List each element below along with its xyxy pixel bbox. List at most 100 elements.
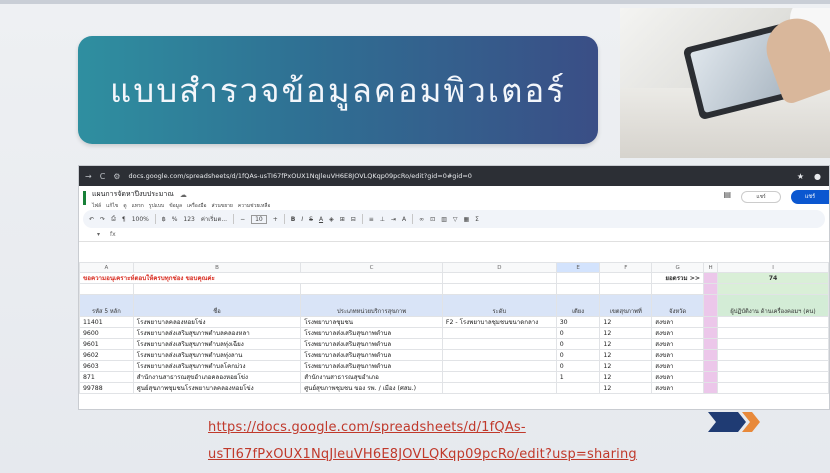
font-select[interactable]: ค่าเริ่มต... <box>201 214 227 224</box>
menu-extensions[interactable]: ส่วนขยาย <box>212 202 233 210</box>
row-type[interactable]: โรงพยาบาลส่งเสริมสุขภาพตำบล <box>300 338 443 350</box>
cell[interactable] <box>132 283 302 295</box>
cell[interactable] <box>703 382 719 394</box>
total-value[interactable]: 74 <box>717 272 829 284</box>
row-province[interactable]: สงขลา <box>651 316 705 328</box>
header-beds[interactable]: เตียง <box>555 294 601 317</box>
comment-icon[interactable]: ▤ <box>723 190 731 199</box>
cell[interactable] <box>703 338 719 350</box>
row-beds[interactable] <box>555 382 601 394</box>
row-region[interactable]: 12 <box>599 316 653 328</box>
row-staff[interactable] <box>717 349 829 361</box>
column-header-b[interactable]: B <box>132 262 302 273</box>
row-beds[interactable]: 0 <box>555 327 601 339</box>
row-staff[interactable] <box>717 371 829 383</box>
row-code[interactable]: 9603 <box>79 360 134 372</box>
valign-icon[interactable]: ⊥ <box>380 216 385 223</box>
bold-icon[interactable]: B <box>291 216 296 223</box>
header-name[interactable]: ชื่อ <box>132 294 302 317</box>
fill-color-icon[interactable]: ◈ <box>329 216 334 223</box>
cell[interactable] <box>79 283 134 295</box>
menu-help[interactable]: ความช่วยเหลือ <box>238 202 270 210</box>
row-type[interactable]: สำนักงานสาธารณสุขอำเภอ <box>300 371 443 383</box>
name-box[interactable]: ▾ <box>97 231 100 238</box>
header-level[interactable]: ระดับ <box>441 294 557 317</box>
column-header-c[interactable]: C <box>300 262 443 273</box>
row-level[interactable] <box>441 338 557 350</box>
functions-icon[interactable]: Σ <box>475 216 479 223</box>
row-type[interactable]: โรงพยาบาลชุมชน <box>300 316 443 328</box>
row-name[interactable]: โรงพยาบาลส่งเสริมสุขภาพตำบลทุ่งเฉียง <box>132 338 302 350</box>
bookmark-star-icon[interactable]: ★ <box>797 172 804 181</box>
cell[interactable] <box>599 283 653 295</box>
wrap-icon[interactable]: ⇥ <box>391 216 396 223</box>
notice-text[interactable]: ขอความอนุเคราะห์ตอบให้ครบทุกช่อง ขอบคุณค… <box>79 272 443 284</box>
cell[interactable] <box>555 272 601 284</box>
cell[interactable] <box>599 272 653 284</box>
rotate-icon[interactable]: A <box>402 216 406 223</box>
header-region[interactable]: เขตสุขภาพที่ <box>599 294 653 317</box>
menu-edit[interactable]: แก้ไข <box>106 202 118 210</box>
chart-icon[interactable]: ▥ <box>441 216 447 223</box>
row-level[interactable] <box>441 371 557 383</box>
menu-file[interactable]: ไฟล์ <box>92 202 101 210</box>
row-type[interactable]: โรงพยาบาลส่งเสริมสุขภาพตำบล <box>300 327 443 339</box>
menu-format[interactable]: รูปแบบ <box>149 202 164 210</box>
refresh-icon[interactable]: C <box>100 172 106 181</box>
header-province[interactable]: จังหวัด <box>651 294 705 317</box>
cell[interactable] <box>441 272 557 284</box>
row-beds[interactable]: 30 <box>555 316 601 328</box>
cell[interactable] <box>300 283 443 295</box>
text-color-icon[interactable]: A <box>319 216 323 223</box>
merge-icon[interactable]: ⊟ <box>351 216 356 223</box>
italic-icon[interactable]: I <box>301 216 303 223</box>
row-code[interactable]: 9601 <box>79 338 134 350</box>
menu-tools[interactable]: เครื่องมือ <box>187 202 206 210</box>
menu-data[interactable]: ข้อมูล <box>169 202 182 210</box>
format-number-button[interactable]: 123 <box>183 216 194 223</box>
header-staff[interactable]: ผู้ปฏิบัติงาน ด้านเครื่องคอมฯ (คน) <box>717 294 829 317</box>
percent-button[interactable]: % <box>172 216 178 223</box>
row-code[interactable]: 9600 <box>79 327 134 339</box>
cell[interactable] <box>703 360 719 372</box>
borders-icon[interactable]: ⊞ <box>340 216 345 223</box>
align-icon[interactable]: ≡ <box>369 216 374 223</box>
account-button[interactable]: แชร์ <box>741 191 781 203</box>
row-beds[interactable]: 0 <box>555 349 601 361</box>
zoom-select[interactable]: 100% <box>132 216 149 223</box>
row-region[interactable]: 12 <box>599 338 653 350</box>
row-level[interactable] <box>441 327 557 339</box>
row-staff[interactable] <box>717 338 829 350</box>
row-region[interactable]: 12 <box>599 327 653 339</box>
column-header-d[interactable]: D <box>441 262 557 273</box>
row-name[interactable]: โรงพยาบาลคลองหอยโข่ง <box>132 316 302 328</box>
column-header-i[interactable]: I <box>717 262 829 273</box>
row-province[interactable]: สงขลา <box>651 349 705 361</box>
cell[interactable] <box>703 371 719 383</box>
row-province[interactable]: สงขลา <box>651 338 705 350</box>
url-text[interactable]: docs.google.com/spreadsheets/d/1fQAs-usT… <box>128 172 471 180</box>
header-code[interactable]: รหัส 5 หลัก <box>79 294 134 317</box>
row-type[interactable]: โรงพยาบาลส่งเสริมสุขภาพตำบล <box>300 349 443 361</box>
row-name[interactable]: โรงพยาบาลส่งเสริมสุขภาพตำบลคลองหลา <box>132 327 302 339</box>
row-level[interactable] <box>441 349 557 361</box>
column-header-f[interactable]: F <box>599 262 653 273</box>
row-staff[interactable] <box>717 382 829 394</box>
row-name[interactable]: ศูนย์สุขภาพชุมชนโรงพยาบาลคลองหอยโข่ง <box>132 382 302 394</box>
row-name[interactable]: โรงพยาบาลส่งเสริมสุขภาพตำบลโคกม่วง <box>132 360 302 372</box>
row-province[interactable]: สงขลา <box>651 382 705 394</box>
row-name[interactable]: โรงพยาบาลส่งเสริมสุขภาพตำบลทุ่งลาน <box>132 349 302 361</box>
row-code[interactable]: 11401 <box>79 316 134 328</box>
row-code[interactable]: 99788 <box>79 382 134 394</box>
header-type[interactable]: ประเภทหน่วยบริการสุขภาพ <box>300 294 443 317</box>
column-header-g[interactable]: G <box>651 262 705 273</box>
paint-format-icon[interactable]: ¶ <box>122 216 126 223</box>
row-region[interactable]: 12 <box>599 360 653 372</box>
address-bar[interactable]: → C ⚙ docs.google.com/spreadsheets/d/1fQ… <box>79 166 829 186</box>
currency-button[interactable]: ฿ <box>162 216 166 223</box>
row-staff[interactable] <box>717 327 829 339</box>
total-label[interactable]: ยอดรวม >> <box>651 272 705 284</box>
sheet-link-line-2[interactable]: usTI67fPxOUX1NqJleuVH6E8JOVLQKqp09pcRo/e… <box>208 447 637 462</box>
undo-icon[interactable]: ↶ <box>89 216 94 223</box>
cell[interactable] <box>717 283 829 295</box>
